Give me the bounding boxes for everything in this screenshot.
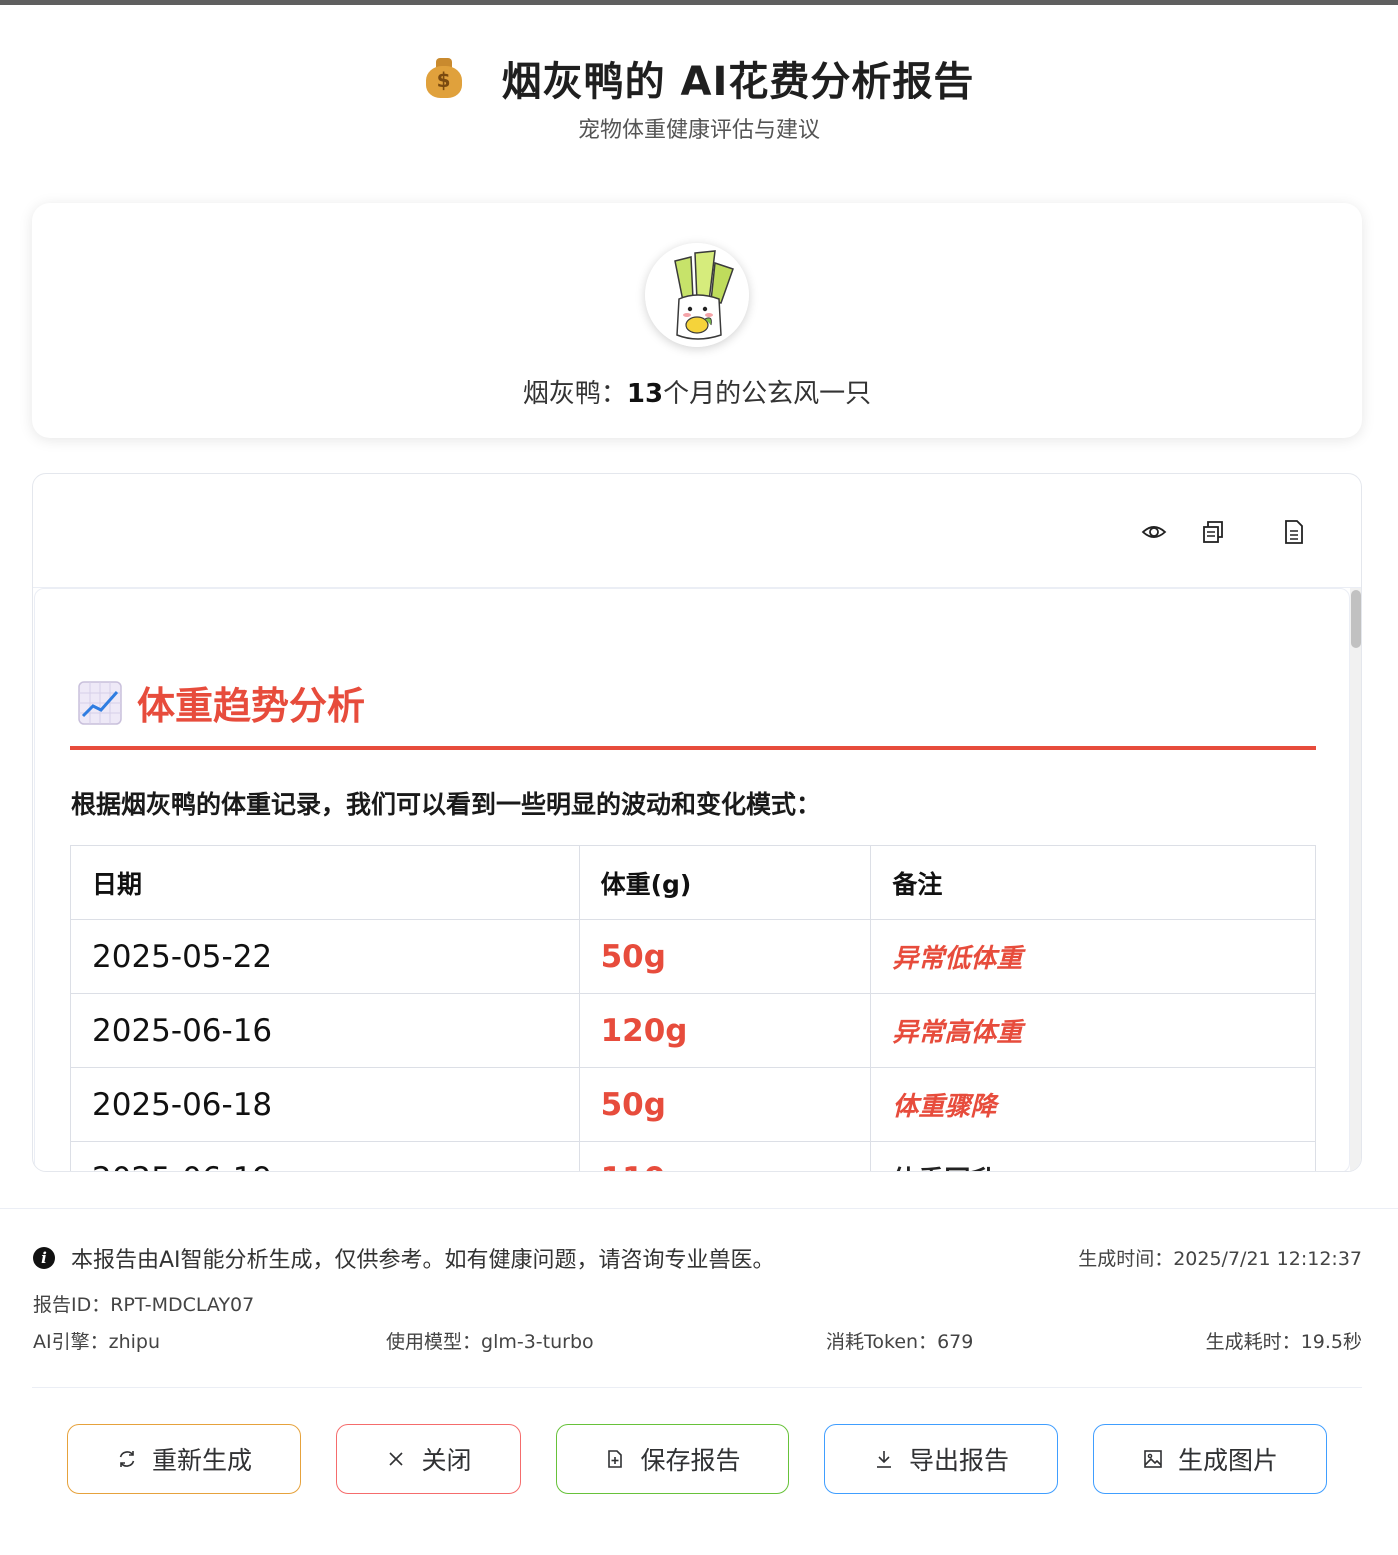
token-usage: 消耗Token：679 <box>826 1327 973 1354</box>
cell-date: 2025-05-22 <box>70 919 580 994</box>
generate-image-label: 生成图片 <box>1177 1446 1278 1475</box>
content-scrollbar[interactable] <box>1350 588 1361 1171</box>
export-report-button[interactable]: 导出报告 <box>824 1424 1058 1494</box>
token-label: 消耗Token： <box>826 1331 938 1353</box>
section-divider <box>70 746 1316 750</box>
export-report-label: 导出报告 <box>908 1446 1009 1475</box>
cell-date: 2025-06-19 <box>70 1141 580 1171</box>
model-label: 使用模型： <box>386 1331 482 1353</box>
close-button[interactable]: 关闭 <box>336 1424 521 1494</box>
chart-increasing-icon <box>77 680 123 726</box>
info-icon: i <box>33 1247 55 1269</box>
eye-icon[interactable] <box>1140 518 1168 546</box>
cell-weight: 50g <box>578 919 872 994</box>
cell-date: 2025-06-18 <box>70 1067 580 1142</box>
token-value: 679 <box>937 1331 974 1353</box>
report-id: 报告ID：RPT-MDCLAY07 <box>33 1290 254 1317</box>
pet-name-label: 烟灰鸭： <box>522 379 627 409</box>
pet-avatar <box>645 243 749 347</box>
pet-description: 烟灰鸭：13个月的公玄风一只 <box>32 373 1362 410</box>
cell-weight: 110g <box>578 1141 872 1171</box>
pet-desc-suffix: 个月的公玄风一只 <box>663 379 872 409</box>
report-header: $ 烟灰鸭的 AI花费分析报告 宠物体重健康评估与建议 <box>0 48 1398 144</box>
cell-date: 2025-06-16 <box>70 993 580 1068</box>
col-header-weight: 体重(g) <box>578 845 872 920</box>
cell-note: 异常高体重 <box>870 993 1316 1068</box>
table-row: 2025-06-16 120g 异常高体重 <box>70 993 1316 1068</box>
intro-text: 根据烟灰鸭的体重记录，我们可以看到一些明显的波动和变化模式： <box>71 790 822 819</box>
table-row: 2025-06-18 50g 体重骤降 <box>70 1067 1316 1142</box>
document-icon[interactable] <box>1280 518 1308 546</box>
disclaimer-text: 本报告由AI智能分析生成，仅供参考。如有健康问题，请咨询专业兽医。 <box>71 1248 775 1273</box>
footer-divider <box>32 1387 1362 1388</box>
pet-info-card: 烟灰鸭：13个月的公玄风一只 <box>32 203 1362 438</box>
report-id-label: 报告ID： <box>33 1294 111 1316</box>
weight-table: 日期 体重(g) 备注 2025-05-22 50g 异常低体重 2025-06… <box>70 845 1316 1171</box>
download-icon <box>873 1448 895 1470</box>
ai-engine: AI引擎：zhipu <box>33 1327 160 1354</box>
page-subtitle: 宠物体重健康评估与建议 <box>577 118 820 143</box>
generation-time: 生成时间：2025/7/21 12:12:37 <box>1078 1244 1362 1271</box>
duration-label: 生成耗时： <box>1205 1331 1301 1353</box>
cell-weight: 120g <box>578 993 872 1068</box>
engine-value: zhipu <box>108 1331 161 1353</box>
col-header-date: 日期 <box>70 845 580 920</box>
cell-note: 体重回升 <box>870 1141 1316 1171</box>
regenerate-button[interactable]: 重新生成 <box>67 1424 301 1494</box>
report-card: 体重趋势分析 根据烟灰鸭的体重记录，我们可以看到一些明显的波动和变化模式： 日期… <box>32 473 1362 1172</box>
table-header-row: 日期 体重(g) 备注 <box>70 845 1316 920</box>
picture-icon <box>1142 1448 1164 1470</box>
close-label: 关闭 <box>421 1446 472 1475</box>
close-icon <box>385 1448 407 1470</box>
scrollbar-thumb[interactable] <box>1351 590 1361 648</box>
cell-weight: 50g <box>578 1067 872 1142</box>
pet-age: 13 <box>626 379 664 409</box>
title-row: $ 烟灰鸭的 AI花费分析报告 <box>0 48 1398 108</box>
save-report-button[interactable]: 保存报告 <box>556 1424 789 1494</box>
cell-note: 异常低体重 <box>870 919 1316 994</box>
section-heading: 体重趋势分析 <box>77 675 365 730</box>
gen-time-value: 2025/7/21 12:12:37 <box>1173 1248 1362 1270</box>
generate-image-button[interactable]: 生成图片 <box>1093 1424 1327 1494</box>
report-id-value: RPT-MDCLAY07 <box>110 1294 255 1316</box>
money-bag-icon: $ <box>424 56 464 100</box>
regenerate-label: 重新生成 <box>151 1446 252 1475</box>
engine-label: AI引擎： <box>33 1331 109 1353</box>
generation-duration: 生成耗时：19.5秒 <box>1206 1327 1362 1354</box>
table-row: 2025-05-22 50g 异常低体重 <box>70 919 1316 994</box>
report-content[interactable]: 体重趋势分析 根据烟灰鸭的体重记录，我们可以看到一些明显的波动和变化模式： 日期… <box>34 588 1350 1171</box>
gen-time-label: 生成时间： <box>1078 1248 1174 1270</box>
model-value: glm-3-turbo <box>481 1331 594 1353</box>
col-header-note: 备注 <box>870 845 1316 920</box>
copy-icon[interactable] <box>1199 518 1227 546</box>
report-footer: i 本报告由AI智能分析生成，仅供参考。如有健康问题，请咨询专业兽医。 生成时间… <box>0 1208 1398 1555</box>
refresh-icon <box>116 1448 138 1470</box>
cell-note: 体重骤降 <box>870 1067 1316 1142</box>
model-used: 使用模型：glm-3-turbo <box>386 1327 594 1354</box>
save-report-label: 保存报告 <box>640 1446 741 1475</box>
disclaimer: i 本报告由AI智能分析生成，仅供参考。如有健康问题，请咨询专业兽医。 <box>33 1242 775 1274</box>
table-row: 2025-06-19 110g 体重回升 <box>70 1141 1316 1171</box>
duration-value: 19.5秒 <box>1300 1331 1362 1353</box>
section-title: 体重趋势分析 <box>137 684 366 728</box>
window-top-border <box>0 0 1398 5</box>
document-add-icon <box>604 1448 626 1470</box>
page-title: 烟灰鸭的 AI花费分析报告 <box>501 59 975 105</box>
report-toolbar <box>33 474 1361 588</box>
